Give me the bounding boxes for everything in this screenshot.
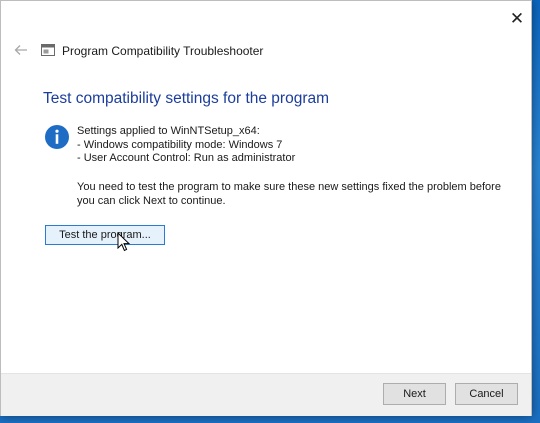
troubleshooter-window: ✕ Program Compatibility Troubleshooter T… xyxy=(0,0,532,416)
info-icon xyxy=(45,125,69,149)
next-button[interactable]: Next xyxy=(383,383,446,405)
title-bar: ✕ xyxy=(1,1,531,31)
nav-title: Program Compatibility Troubleshooter xyxy=(62,44,264,58)
desktop-background: ✕ Program Compatibility Troubleshooter T… xyxy=(0,0,540,423)
instruction-text: You need to test the program to make sur… xyxy=(77,181,501,208)
settings-summary: Settings applied to WinNTSetup_x64: - Wi… xyxy=(77,125,295,166)
back-arrow-icon[interactable] xyxy=(13,42,29,58)
footer-bar: Next Cancel xyxy=(1,373,531,416)
settings-line: Settings applied to WinNTSetup_x64: xyxy=(77,125,260,137)
instruction-line: You need to test the program to make sur… xyxy=(77,181,501,193)
troubleshooter-icon xyxy=(41,44,55,56)
close-button[interactable]: ✕ xyxy=(507,9,527,29)
settings-line: - Windows compatibility mode: Windows 7 xyxy=(77,138,283,151)
cancel-button[interactable]: Cancel xyxy=(455,383,518,405)
navigation-bar: Program Compatibility Troubleshooter xyxy=(1,37,531,65)
page-title: Test compatibility settings for the prog… xyxy=(43,90,330,107)
test-program-button[interactable]: Test the program... xyxy=(45,225,165,245)
settings-line: - User Account Control: Run as administr… xyxy=(77,152,296,164)
instruction-line: you can click Next to continue. xyxy=(77,194,226,207)
close-icon: ✕ xyxy=(509,9,525,28)
mouse-pointer-icon xyxy=(117,232,131,252)
